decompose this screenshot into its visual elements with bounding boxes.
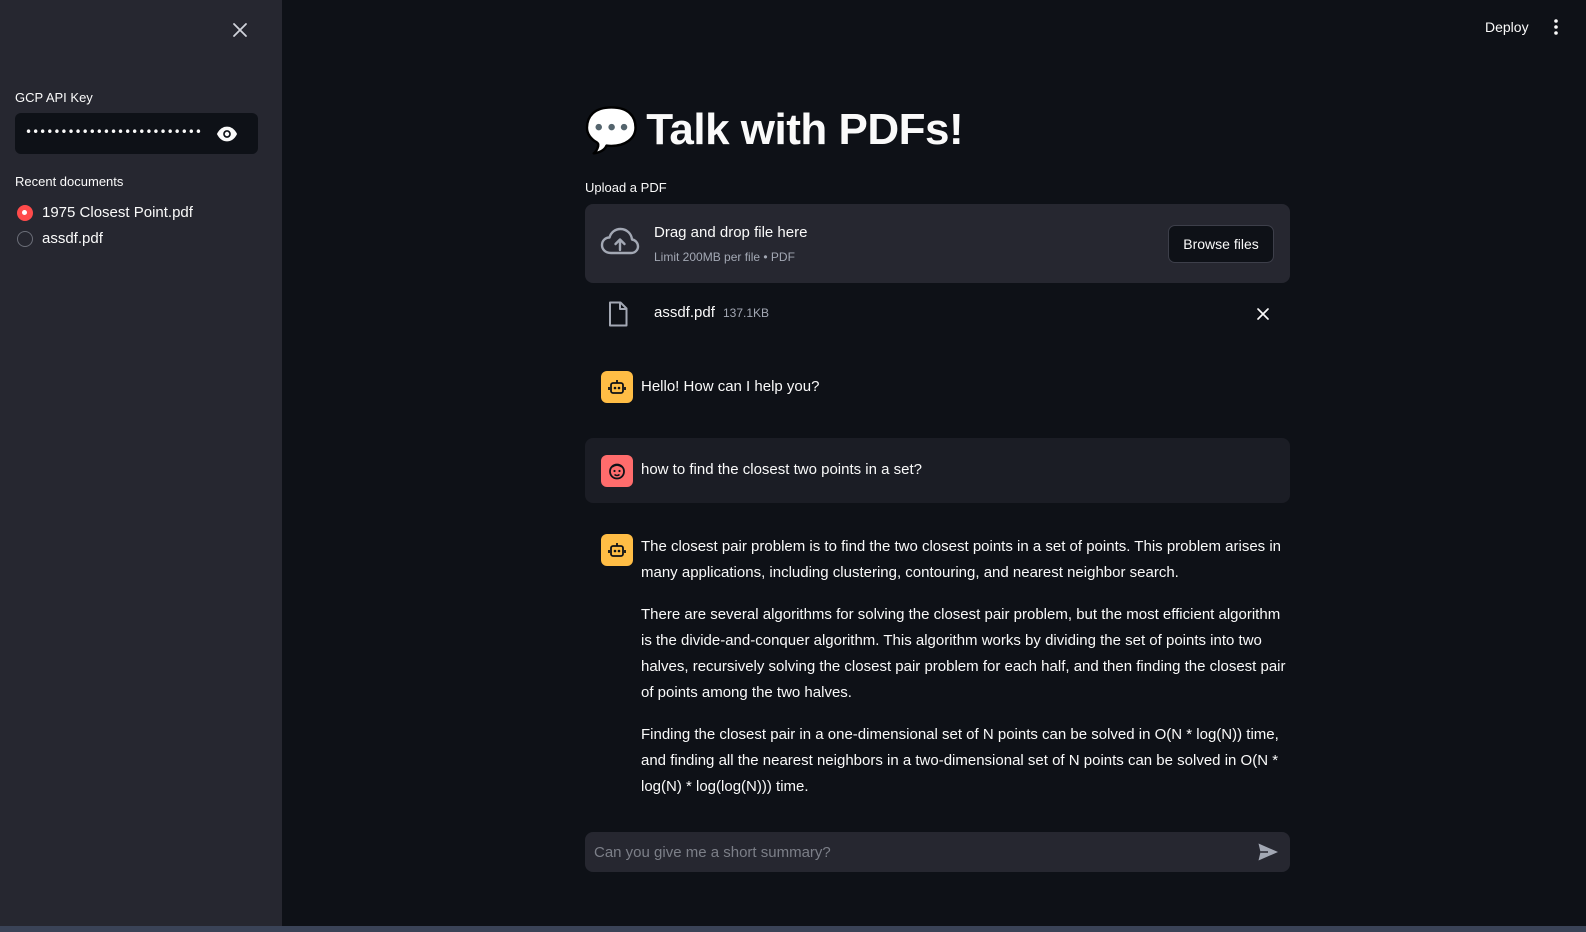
file-dropzone[interactable]: Drag and drop file here Limit 200MB per … <box>585 204 1290 283</box>
show-password-icon[interactable] <box>216 123 238 145</box>
chat-paragraph: how to find the closest two points in a … <box>641 461 922 478</box>
api-key-label: GCP API Key <box>15 90 93 105</box>
user-avatar-icon <box>601 455 633 487</box>
chat-paragraph: Hello! How can I help you? <box>641 378 820 395</box>
chat-input[interactable] <box>594 832 1234 872</box>
browse-files-button[interactable]: Browse files <box>1168 225 1274 263</box>
recent-documents-label: Recent documents <box>15 174 124 189</box>
chat-message-text: The closest pair problem is to find the … <box>641 534 1290 816</box>
chat-message-text: Hello! How can I help you? <box>641 374 1290 416</box>
cloud-upload-icon <box>600 227 640 255</box>
chat-input-container <box>585 832 1290 872</box>
radio-selected[interactable] <box>17 204 33 221</box>
chat-message-assistant: The closest pair problem is to find the … <box>585 534 1290 804</box>
close-sidebar-icon[interactable] <box>228 18 252 42</box>
remove-file-icon[interactable] <box>1255 306 1271 322</box>
document-option-assdf[interactable]: assdf.pdf <box>17 230 103 247</box>
chat-paragraph: There are several algorithms for solving… <box>641 606 1286 701</box>
radio-unselected[interactable] <box>17 230 33 247</box>
chat-message-text: how to find the closest two points in a … <box>641 457 1290 499</box>
upload-label: Upload a PDF <box>585 180 667 195</box>
sidebar: GCP API Key ••••••••••••••••••••••••••••… <box>0 0 282 926</box>
page-title: 💬 Talk with PDFs! <box>584 104 964 156</box>
window-bottom-edge <box>0 926 1586 932</box>
uploaded-file-size: 137.1KB <box>723 306 770 320</box>
send-icon[interactable] <box>1257 842 1279 862</box>
dropzone-limit-text: Limit 200MB per file • PDF <box>654 250 795 264</box>
chat-paragraph: Finding the closest pair in a one-dimens… <box>641 726 1279 795</box>
page-title-text: Talk with PDFs! <box>646 105 964 154</box>
bot-avatar-icon <box>601 371 633 403</box>
chat-message-user: how to find the closest two points in a … <box>585 438 1290 503</box>
document-option-label: assdf.pdf <box>42 230 103 247</box>
document-option-1975-closest-point[interactable]: 1975 Closest Point.pdf <box>17 204 193 221</box>
api-key-value[interactable]: •••••••••••••••••••••••••••••••••••••• <box>25 125 201 139</box>
document-option-label: 1975 Closest Point.pdf <box>42 204 193 221</box>
api-key-input[interactable]: •••••••••••••••••••••••••••••••••••••• <box>15 113 258 154</box>
speech-bubble-icon: 💬 <box>584 106 639 155</box>
uploaded-file-row: assdf.pdf 137.1KB <box>585 298 1290 330</box>
file-icon <box>609 301 628 327</box>
deploy-button[interactable]: Deploy <box>1485 19 1529 35</box>
uploaded-file-name: assdf.pdf <box>654 304 715 321</box>
main-menu-icon[interactable] <box>1553 18 1559 36</box>
bot-avatar-icon <box>601 534 633 566</box>
dropzone-main-text: Drag and drop file here <box>654 224 808 241</box>
chat-paragraph: The closest pair problem is to find the … <box>641 538 1282 581</box>
chat-message-assistant: Hello! How can I help you? <box>585 368 1290 412</box>
